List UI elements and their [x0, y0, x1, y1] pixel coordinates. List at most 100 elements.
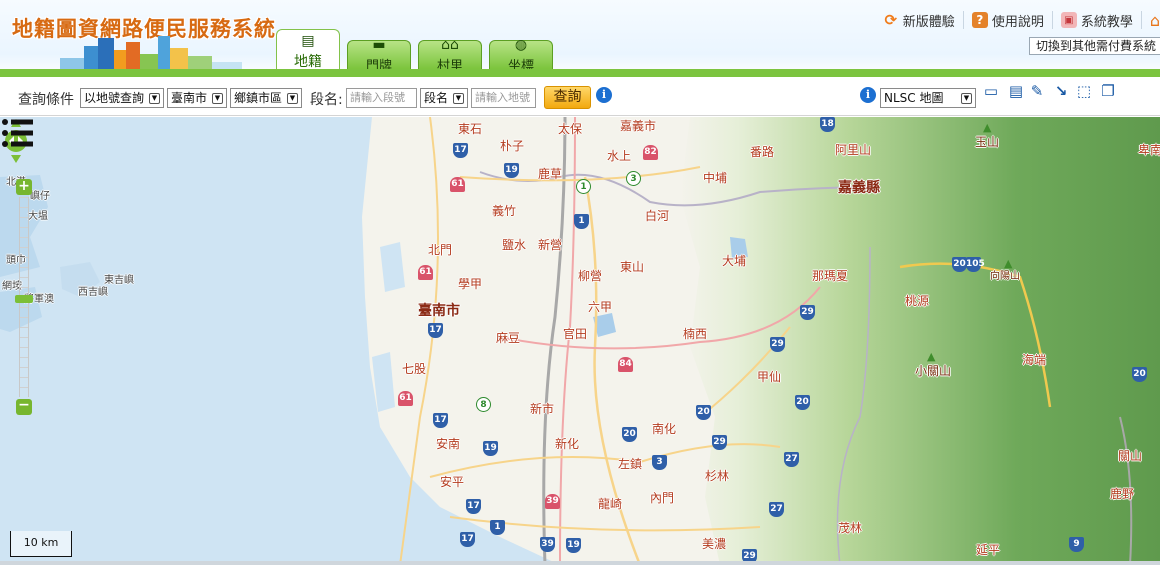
- basemap-value: NLSC 地圖: [884, 91, 944, 105]
- info-icon[interactable]: i: [596, 87, 612, 103]
- place-label: 茂林: [838, 521, 863, 535]
- basemap-select[interactable]: NLSC 地圖 ▼: [880, 88, 976, 108]
- basemap-info-icon[interactable]: i: [860, 87, 876, 103]
- peak-icon: ▲: [983, 121, 992, 134]
- place-label: 太保: [558, 122, 583, 136]
- place-label: 海端: [1022, 353, 1047, 367]
- route-shield: 19: [504, 163, 519, 178]
- new-version-label: 新版體驗: [902, 14, 955, 30]
- route-shield: 20: [1132, 367, 1147, 382]
- header-divider: [0, 69, 1160, 77]
- app-header: 地籍圖資網路便民服務系統 ⟳ 新版體驗 ? 使用說明 ▣ 系統教學 ⌂ 切換到其…: [0, 0, 1160, 78]
- route-shield: 3: [652, 455, 667, 470]
- place-label: 義竹: [492, 204, 517, 218]
- zoom-in-button[interactable]: +: [16, 179, 32, 195]
- section-name-select[interactable]: 段名 ▼: [420, 88, 468, 108]
- switch-system-button[interactable]: 切換到其他需付費系統: [1028, 37, 1160, 55]
- place-label: 關山: [1118, 449, 1143, 463]
- place-label: 延平: [976, 543, 1001, 557]
- place-label: 卑南: [1138, 143, 1160, 157]
- place-label: 臺南市: [418, 303, 460, 319]
- route-shield: 3: [626, 171, 641, 186]
- route-shield: 61: [398, 391, 413, 406]
- chevron-down-icon: ▼: [453, 92, 464, 104]
- route-shield: 20: [952, 257, 967, 272]
- zoom-slider-handle[interactable]: [15, 295, 33, 303]
- place-label: 番路: [750, 145, 775, 159]
- logo-skyline-graphic: [60, 34, 270, 74]
- place-label: 官田: [563, 327, 588, 341]
- place-label: 大埔: [722, 254, 747, 268]
- route-shield: 20: [622, 427, 637, 442]
- route-shield: 20: [696, 405, 711, 420]
- route-shield: 17: [433, 413, 448, 428]
- help-link[interactable]: ? 使用說明: [964, 11, 1053, 30]
- copy-icon[interactable]: ❐: [1099, 82, 1117, 100]
- place-label: 嘉義市: [620, 119, 657, 133]
- place-label: 嘉義縣: [838, 180, 880, 196]
- query-button[interactable]: 查詢: [544, 86, 591, 109]
- select-box-icon[interactable]: ⬚: [1075, 82, 1093, 100]
- home-link[interactable]: ⌂: [1142, 10, 1160, 30]
- place-label: 水上: [607, 149, 632, 163]
- tutorial-link[interactable]: ▣ 系統教學: [1053, 11, 1142, 30]
- peak-icon: ▲: [1004, 257, 1013, 270]
- place-label: 新市: [530, 402, 555, 416]
- measure-area-icon[interactable]: ▭: [982, 82, 1000, 100]
- zoom-out-button[interactable]: −: [16, 398, 32, 415]
- route-shield: 17: [466, 499, 481, 514]
- place-label: 北門: [428, 243, 453, 257]
- land-number-input[interactable]: 請輸入地號: [471, 88, 536, 108]
- route-shield: 20: [795, 395, 810, 410]
- map-view[interactable]: 東石 朴子 太保 嘉義市 水上 番路 阿里山 玉山 鹿草 中埔 嘉義縣 義竹 白…: [0, 117, 1160, 565]
- query-mode-value: 以地號查詢: [84, 91, 145, 105]
- peak-icon: ▲: [927, 350, 936, 363]
- city-value: 臺南市: [171, 91, 208, 105]
- place-label: 中埔: [703, 171, 728, 185]
- tutorial-icon: ▣: [1060, 12, 1077, 28]
- section-number-input[interactable]: 請輸入段號: [346, 88, 417, 108]
- place-label: 南化: [652, 422, 677, 436]
- route-shield: 19: [566, 538, 581, 553]
- place-label: 東石: [458, 122, 483, 136]
- place-label: 桃源: [905, 294, 930, 308]
- place-label: 柳營: [578, 269, 603, 283]
- home-icon: ⌂: [1149, 10, 1160, 30]
- chevron-down-icon: ▼: [212, 92, 223, 104]
- map-bottom-edge: [0, 561, 1160, 565]
- legend-list-icon[interactable]: [0, 117, 34, 149]
- refresh-icon: ⟳: [884, 11, 898, 29]
- place-label: 那瑪夏: [812, 269, 849, 283]
- place-label: 杉林: [705, 469, 730, 483]
- district-select[interactable]: 鄉鎮市區 ▼: [230, 88, 302, 108]
- new-version-link[interactable]: ⟳ 新版體驗: [875, 11, 964, 30]
- measure-line-icon[interactable]: ↘: [1052, 82, 1070, 100]
- place-label: 嶼仔: [30, 191, 50, 202]
- route-shield: 39: [540, 537, 555, 552]
- place-label: 鹿野: [1110, 487, 1135, 501]
- place-label: 七股: [402, 362, 427, 376]
- route-shield: 17: [453, 143, 468, 158]
- district-value: 鄉鎮市區: [234, 91, 283, 105]
- tab-cadastral-label: 地籍: [294, 54, 322, 70]
- place-label: 學甲: [458, 277, 483, 291]
- route-shield: 17: [460, 532, 475, 547]
- edit-icon[interactable]: ✎: [1028, 82, 1046, 100]
- route-shield: 29: [800, 305, 815, 320]
- route-shield: 8: [476, 397, 491, 412]
- route-shield: 27: [784, 452, 799, 467]
- route-shield: 1: [490, 520, 505, 535]
- chevron-down-icon: ▼: [149, 92, 160, 104]
- place-label: 鹿草: [538, 167, 563, 181]
- globe-icon: ◍: [514, 37, 528, 53]
- route-shield: 61: [450, 177, 465, 192]
- route-shield: 105: [966, 257, 985, 272]
- city-select[interactable]: 臺南市 ▼: [167, 88, 227, 108]
- print-icon[interactable]: ▤: [1006, 82, 1026, 100]
- place-label: 大塭: [28, 211, 48, 222]
- place-label: 小關山: [915, 364, 952, 378]
- place-label: 美濃: [702, 537, 727, 551]
- query-mode-select[interactable]: 以地號查詢 ▼: [80, 88, 164, 108]
- route-shield: 84: [618, 357, 633, 372]
- place-label: 鹽水: [502, 238, 527, 252]
